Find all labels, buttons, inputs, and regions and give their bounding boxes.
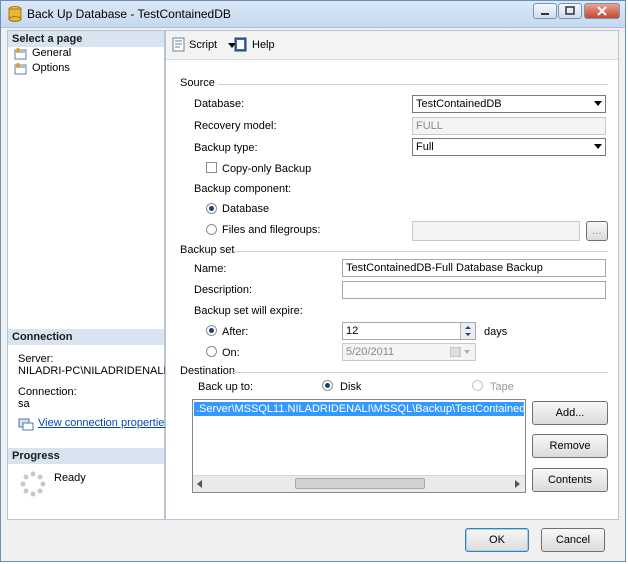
stepper-arrows-icon bbox=[465, 326, 471, 336]
help-book-icon bbox=[234, 37, 247, 52]
minimize-icon bbox=[541, 13, 549, 15]
window-title: Back Up Database - TestContainedDB bbox=[27, 7, 231, 21]
remove-destination-button[interactable]: Remove bbox=[532, 434, 608, 458]
connection-properties-icon bbox=[18, 418, 34, 431]
stepper-buttons[interactable] bbox=[460, 323, 475, 339]
add-destination-button[interactable]: Add... bbox=[532, 401, 608, 425]
script-icon bbox=[172, 37, 185, 52]
database-select-value: TestContainedDB bbox=[416, 98, 502, 110]
backup-type-select[interactable]: Full bbox=[412, 138, 606, 156]
chevron-down-icon bbox=[594, 144, 602, 149]
view-connection-properties-link[interactable]: View connection properties bbox=[38, 417, 170, 429]
backup-type-label: Backup type: bbox=[194, 142, 258, 154]
server-label: Server: bbox=[18, 353, 54, 365]
expire-after-radio[interactable] bbox=[206, 325, 217, 336]
page-label: General bbox=[32, 47, 72, 59]
backup-set-group-label: Backup set bbox=[180, 244, 235, 256]
page-item-options[interactable]: Options bbox=[14, 62, 154, 76]
database-select[interactable]: TestContainedDB bbox=[412, 95, 606, 113]
component-files-label: Files and filegroups: bbox=[222, 224, 321, 236]
expire-date-picker[interactable]: 5/20/2011 bbox=[342, 343, 476, 361]
expire-on-radio[interactable] bbox=[206, 346, 217, 357]
progress-spinner-icon bbox=[20, 471, 46, 497]
on-label: On: bbox=[222, 347, 240, 359]
close-button[interactable] bbox=[584, 3, 620, 19]
expire-label: Backup set will expire: bbox=[194, 305, 303, 317]
tape-radio[interactable] bbox=[472, 380, 483, 391]
backup-name-input[interactable]: TestContainedDB-Full Database Backup bbox=[342, 259, 606, 277]
database-label: Database: bbox=[194, 98, 245, 110]
dialog-footer: OK Cancel bbox=[1, 520, 625, 561]
after-days-value: 12 bbox=[346, 325, 359, 337]
component-files-radio[interactable] bbox=[206, 224, 217, 235]
connection-label: Connection: bbox=[18, 386, 77, 398]
backup-dialog: Back Up Database - TestContainedDB Selec… bbox=[0, 0, 626, 562]
component-database-radio[interactable] bbox=[206, 203, 217, 214]
help-label: Help bbox=[252, 39, 275, 51]
source-divider bbox=[218, 84, 608, 85]
filegroups-field bbox=[412, 221, 580, 241]
server-value: NILADRI-PC\NILADRIDENALI bbox=[18, 365, 167, 377]
after-days-stepper[interactable]: 12 bbox=[342, 322, 476, 340]
cancel-button[interactable]: Cancel bbox=[541, 528, 605, 552]
page-item-general[interactable]: General bbox=[14, 47, 154, 61]
destination-list[interactable]: .Server\MSSQL11.NILADRIDENALI\MSSQL\Back… bbox=[192, 399, 526, 493]
scrollbar-thumb[interactable] bbox=[295, 478, 425, 489]
component-database-label: Database bbox=[222, 203, 270, 215]
back-up-to-label: Back up to: bbox=[198, 381, 254, 393]
description-input[interactable] bbox=[342, 281, 606, 299]
backup-set-divider bbox=[234, 251, 608, 252]
page-label: Options bbox=[32, 62, 70, 74]
expire-date-value: 5/20/2011 bbox=[346, 346, 395, 358]
progress-status: Ready bbox=[54, 472, 86, 484]
tape-label: Tape bbox=[490, 381, 514, 393]
contents-button[interactable]: Contents bbox=[532, 468, 608, 492]
maximize-icon bbox=[565, 6, 575, 15]
page-wrench-icon bbox=[14, 63, 27, 75]
title-bar: Back Up Database - TestContainedDB bbox=[1, 1, 625, 28]
connection-value: sa bbox=[18, 398, 30, 410]
select-page-header: Select a page bbox=[8, 31, 164, 47]
help-button[interactable]: Help bbox=[234, 37, 275, 53]
minimize-button[interactable] bbox=[533, 3, 557, 19]
script-label: Script bbox=[189, 39, 218, 51]
days-label: days bbox=[484, 326, 508, 338]
name-label: Name: bbox=[194, 263, 227, 275]
recovery-model-field: FULL bbox=[412, 117, 606, 135]
script-button[interactable]: Script bbox=[172, 37, 238, 53]
destination-group-label: Destination bbox=[180, 365, 236, 377]
scroll-right-icon bbox=[515, 480, 520, 488]
backup-component-label: Backup component: bbox=[194, 183, 292, 195]
general-page: Script Help Source Database: TestContain… bbox=[165, 30, 619, 520]
connection-header: Connection bbox=[8, 329, 164, 345]
destination-path-item[interactable]: .Server\MSSQL11.NILADRIDENALI\MSSQL\Back… bbox=[194, 402, 524, 416]
database-icon bbox=[8, 6, 22, 22]
after-label: After: bbox=[222, 326, 249, 338]
toolbar: Script Help bbox=[166, 31, 618, 60]
copy-only-label: Copy-only Backup bbox=[222, 163, 312, 175]
copy-only-checkbox[interactable] bbox=[206, 162, 217, 173]
browse-filegroups-button[interactable]: ... bbox=[586, 221, 608, 241]
close-icon bbox=[597, 6, 607, 16]
progress-header: Progress bbox=[8, 448, 164, 464]
source-group-label: Source bbox=[180, 77, 215, 89]
scroll-left-icon bbox=[197, 480, 202, 488]
maximize-button[interactable] bbox=[558, 3, 582, 19]
ok-button[interactable]: OK bbox=[465, 528, 529, 552]
disk-label: Disk bbox=[340, 381, 362, 393]
backup-type-value: Full bbox=[416, 141, 434, 153]
chevron-down-icon bbox=[594, 101, 602, 106]
description-label: Description: bbox=[194, 284, 253, 296]
disk-radio[interactable] bbox=[322, 380, 333, 391]
destination-divider bbox=[232, 372, 608, 373]
recovery-model-label: Recovery model: bbox=[194, 120, 277, 132]
calendar-dropdown-icon bbox=[450, 347, 470, 357]
left-pane: Select a page General Options Connection… bbox=[7, 30, 170, 520]
page-wrench-icon bbox=[14, 48, 27, 60]
horizontal-scrollbar[interactable] bbox=[193, 475, 525, 492]
